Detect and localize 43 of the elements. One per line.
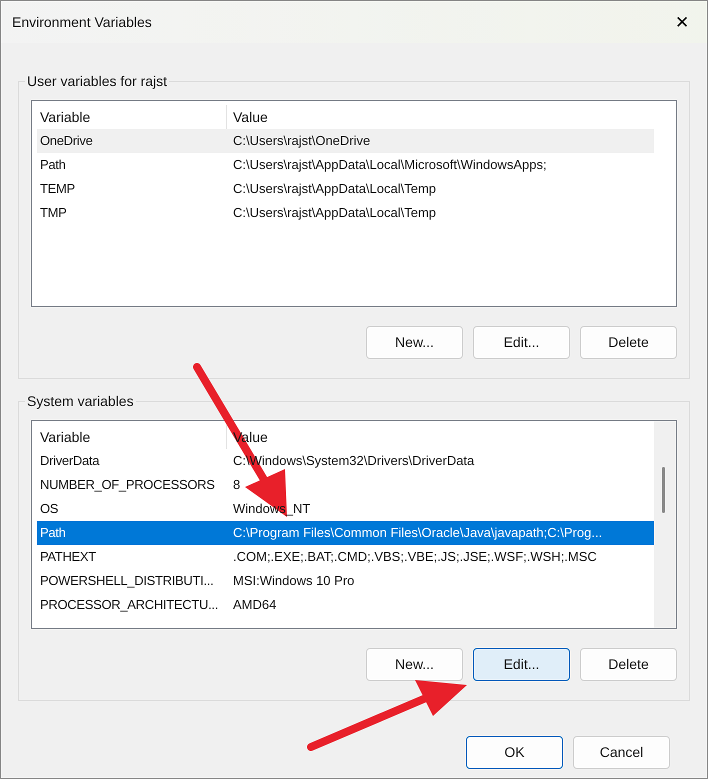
variable-value: C:\Users\rajst\AppData\Local\Temp: [232, 180, 436, 198]
variable-name: DriverData: [39, 452, 100, 470]
variable-name: OS: [39, 500, 60, 518]
variable-value: 8: [232, 476, 240, 494]
variable-name: PROCESSOR_ARCHITECTU...: [39, 596, 220, 614]
ok-button[interactable]: OK: [466, 736, 563, 769]
variable-value: .COM;.EXE;.BAT;.CMD;.VBS;.VBE;.JS;.JSE;.WSF;.WSH;.MSC: [232, 548, 597, 566]
dialog-button[interactable]: New...: [366, 326, 463, 359]
variable-name: OneDrive: [39, 132, 94, 150]
variable-value: C:\Users\rajst\AppData\Local\Microsoft\WindowsApps;: [232, 156, 547, 174]
list-row[interactable]: PATHEXT .COM;.EXE;.BAT;.CMD;.VBS;.VBE;.JS;.JSE;.WSF;.WSH;.MSC: [37, 545, 654, 569]
window-title: Environment Variables: [12, 12, 152, 32]
variable-name: TMP: [39, 204, 68, 222]
dialog-button[interactable]: Delete: [580, 648, 677, 681]
close-button[interactable]: ✕: [671, 14, 693, 30]
column-header[interactable]: Value: [227, 106, 268, 128]
variable-value: C:\Program Files\Common Files\Oracle\Java\javapath;C:\Prog...: [232, 524, 602, 542]
variable-value: C:\Users\rajst\AppData\Local\Temp: [232, 204, 436, 222]
list-row[interactable]: OneDrive C:\Users\rajst\OneDrive: [37, 129, 654, 153]
list-row[interactable]: POWERSHELL_DISTRIBUTI... MSI:Windows 10 Pro: [37, 569, 654, 593]
list-row[interactable]: NUMBER_OF_PROCESSORS 8: [37, 473, 654, 497]
scrollbar-thumb[interactable]: [662, 467, 665, 513]
variable-value: AMD64: [232, 596, 276, 614]
list-row[interactable]: TEMP C:\Users\rajst\AppData\Local\Temp: [37, 177, 654, 201]
variable-name: Path: [39, 524, 67, 542]
dialog-button[interactable]: Delete: [580, 326, 677, 359]
list-row[interactable]: TMP C:\Users\rajst\AppData\Local\Temp: [37, 201, 657, 225]
list-row[interactable]: Path C:\Program Files\Common Files\Oracle\Java\javapath;C:\Prog...: [37, 521, 654, 545]
dialog-button[interactable]: Edit...: [473, 326, 570, 359]
dialog-button[interactable]: Edit...: [473, 648, 570, 681]
variable-value: C:\Users\rajst\OneDrive: [232, 132, 370, 150]
column-header[interactable]: Variable: [37, 425, 227, 449]
variable-name: POWERSHELL_DISTRIBUTI...: [39, 572, 214, 590]
list-row[interactable]: Path C:\Users\rajst\AppData\Local\Microsoft\WindowsApps;: [37, 153, 654, 177]
variable-name: PATHEXT: [39, 548, 97, 566]
variable-name: Path: [39, 156, 67, 174]
variable-name: NUMBER_OF_PROCESSORS: [39, 476, 216, 494]
list-row[interactable]: PROCESSOR_ARCHITECTU... AMD64: [37, 593, 657, 617]
dialog-button[interactable]: New...: [366, 648, 463, 681]
variable-name: TEMP: [39, 180, 76, 198]
cancel-button[interactable]: Cancel: [573, 736, 670, 769]
scrollbar[interactable]: [654, 421, 676, 628]
variable-value: MSI:Windows 10 Pro: [232, 572, 354, 590]
